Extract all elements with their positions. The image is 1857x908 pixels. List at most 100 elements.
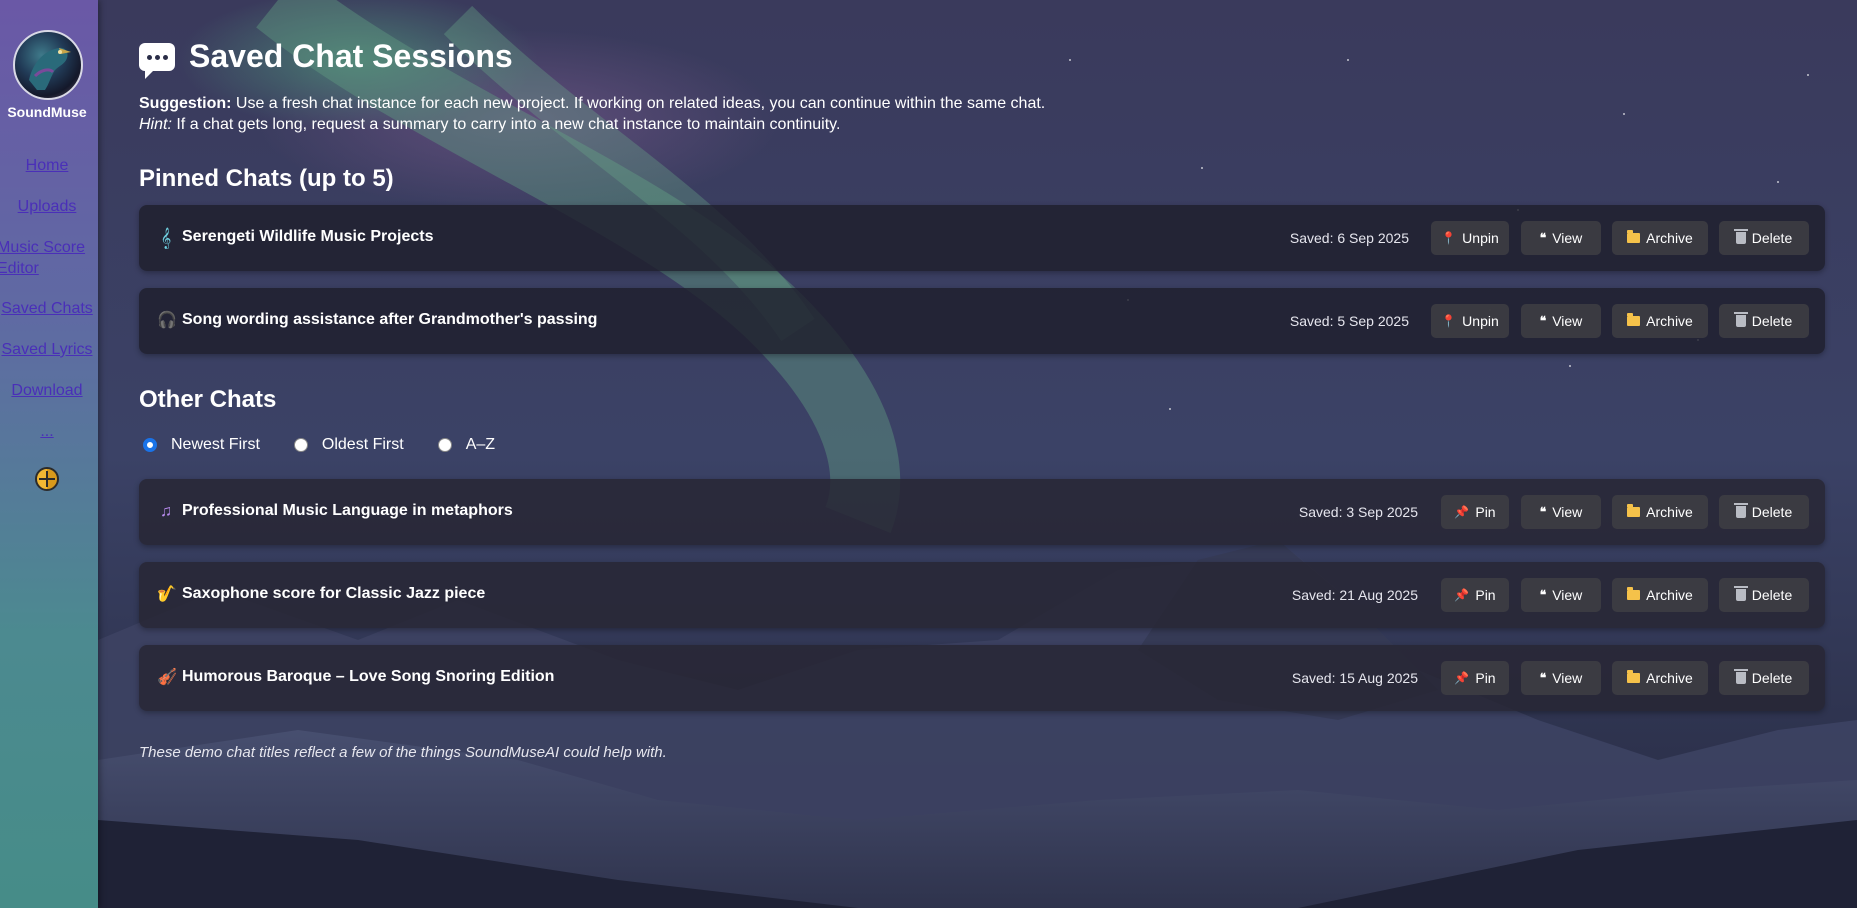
pushpin-icon: 📌: [1454, 588, 1470, 602]
quote-icon: ❝: [1539, 231, 1547, 245]
chat-card[interactable]: 🎻 Humorous Baroque – Love Song Snoring E…: [139, 645, 1825, 711]
nav-download[interactable]: Download: [0, 380, 94, 401]
delete-button[interactable]: Delete: [1719, 221, 1809, 255]
nav-uploads[interactable]: Uploads: [0, 196, 94, 217]
pin-label: Pin: [1475, 504, 1496, 520]
chat-title[interactable]: Serengeti Wildlife Music Projects: [182, 228, 433, 246]
view-button[interactable]: ❝ View: [1521, 578, 1601, 612]
logo-avatar[interactable]: [13, 30, 83, 100]
delete-label: Delete: [1751, 587, 1793, 603]
pin-label: Pin: [1475, 587, 1496, 603]
delete-label: Delete: [1751, 313, 1793, 329]
violin-icon: 🎻: [157, 669, 177, 686]
suggestion-label: Suggestion:: [139, 95, 232, 112]
unpin-button[interactable]: 📍 Unpin: [1431, 304, 1509, 338]
unpin-button[interactable]: 📍 Unpin: [1431, 221, 1509, 255]
sort-az-radio[interactable]: A–Z: [434, 436, 495, 454]
nav-more[interactable]: ...: [0, 421, 94, 442]
suggestion-block: Suggestion: Use a fresh chat instance fo…: [139, 93, 1045, 135]
archive-label: Archive: [1646, 587, 1693, 603]
folder-icon: [1627, 670, 1641, 683]
other-heading: Other Chats: [139, 386, 277, 413]
saved-date: Saved: 3 Sep 2025: [1298, 504, 1418, 520]
archive-button[interactable]: Archive: [1612, 495, 1708, 529]
chat-title[interactable]: Song wording assistance after Grandmothe…: [182, 311, 597, 329]
sort-newest-label: Newest First: [171, 436, 260, 453]
chat-title[interactable]: Saxophone score for Classic Jazz piece: [182, 585, 485, 603]
chat-title[interactable]: Humorous Baroque – Love Song Snoring Edi…: [182, 668, 554, 686]
pin-button[interactable]: 📌 Pin: [1441, 495, 1509, 529]
trash-icon: [1733, 312, 1748, 327]
pin-label: Pin: [1475, 670, 1496, 686]
sort-options: Newest First Oldest First A–Z: [139, 436, 525, 454]
main-content: Saved Chat Sessions Suggestion: Use a fr…: [139, 0, 1825, 908]
view-button[interactable]: ❝ View: [1521, 304, 1601, 338]
folder-icon: [1627, 504, 1641, 517]
view-button[interactable]: ❝ View: [1521, 221, 1601, 255]
saxophone-icon: 🎷: [157, 586, 177, 603]
saved-date: Saved: 6 Sep 2025: [1289, 230, 1409, 246]
pinned-chat-card[interactable]: 𝄞 Serengeti Wildlife Music Projects Save…: [139, 205, 1825, 271]
folder-icon: [1627, 230, 1641, 243]
trash-icon: [1733, 229, 1748, 244]
saved-date: Saved: 5 Sep 2025: [1289, 313, 1409, 329]
unpin-label: Unpin: [1462, 230, 1499, 246]
archive-label: Archive: [1646, 670, 1693, 686]
radio-dot[interactable]: [293, 438, 308, 452]
trash-icon: [1733, 669, 1748, 684]
footnote: These demo chat titles reflect a few of …: [139, 744, 667, 761]
chat-card[interactable]: 🎷 Saxophone score for Classic Jazz piece…: [139, 562, 1825, 628]
nav-saved-lyrics[interactable]: Saved Lyrics: [0, 339, 94, 360]
chat-title[interactable]: Professional Music Language in metaphors: [182, 502, 513, 520]
saved-date: Saved: 15 Aug 2025: [1291, 670, 1418, 686]
archive-button[interactable]: Archive: [1612, 221, 1708, 255]
pushpin-icon: 📍: [1441, 314, 1457, 328]
sort-oldest-label: Oldest First: [321, 436, 404, 453]
hint-label: Hint:: [139, 116, 172, 133]
music-notes-icon: ♫: [160, 503, 172, 520]
pinned-heading: Pinned Chats (up to 5): [139, 165, 394, 192]
archive-button[interactable]: Archive: [1612, 661, 1708, 695]
radio-dot[interactable]: [437, 438, 452, 452]
archive-label: Archive: [1646, 230, 1693, 246]
sort-oldest-radio[interactable]: Oldest First: [290, 436, 404, 454]
pin-button[interactable]: 📌 Pin: [1441, 661, 1509, 695]
view-button[interactable]: ❝ View: [1521, 495, 1601, 529]
page-title: Saved Chat Sessions: [189, 38, 513, 74]
delete-label: Delete: [1751, 230, 1793, 246]
folder-icon: [1627, 313, 1641, 326]
quote-icon: ❝: [1539, 671, 1547, 685]
treble-clef-icon: 𝄞: [160, 228, 172, 248]
headphones-icon: 🎧: [157, 312, 177, 329]
view-label: View: [1552, 504, 1583, 520]
view-button[interactable]: ❝ View: [1521, 661, 1601, 695]
chat-card[interactable]: ♫ Professional Music Language in metapho…: [139, 479, 1825, 545]
view-label: View: [1552, 230, 1583, 246]
pushpin-icon: 📍: [1441, 231, 1457, 245]
unpin-label: Unpin: [1462, 313, 1499, 329]
pushpin-icon: 📌: [1454, 505, 1470, 519]
archive-button[interactable]: Archive: [1612, 304, 1708, 338]
nav-saved-chats[interactable]: Saved Chats: [0, 298, 94, 319]
pinned-chat-card[interactable]: 🎧 Song wording assistance after Grandmot…: [139, 288, 1825, 354]
delete-button[interactable]: Delete: [1719, 304, 1809, 338]
delete-label: Delete: [1751, 670, 1793, 686]
page-header: Saved Chat Sessions: [139, 38, 513, 79]
theme-toggle-icon[interactable]: [35, 467, 59, 491]
delete-label: Delete: [1751, 504, 1793, 520]
delete-button[interactable]: Delete: [1719, 661, 1809, 695]
view-label: View: [1552, 313, 1583, 329]
quote-icon: ❝: [1539, 314, 1547, 328]
sidebar: SoundMuse Home Uploads Music Score Edito…: [0, 0, 98, 908]
nav-music-score-editor[interactable]: Music Score Editor: [0, 237, 89, 279]
pin-button[interactable]: 📌 Pin: [1441, 578, 1509, 612]
radio-dot[interactable]: [143, 438, 157, 452]
archive-button[interactable]: Archive: [1612, 578, 1708, 612]
quote-icon: ❝: [1539, 505, 1547, 519]
delete-button[interactable]: Delete: [1719, 578, 1809, 612]
delete-button[interactable]: Delete: [1719, 495, 1809, 529]
nav-home[interactable]: Home: [0, 155, 94, 176]
archive-label: Archive: [1646, 313, 1693, 329]
sort-newest-radio[interactable]: Newest First: [139, 436, 260, 454]
quote-icon: ❝: [1539, 588, 1547, 602]
